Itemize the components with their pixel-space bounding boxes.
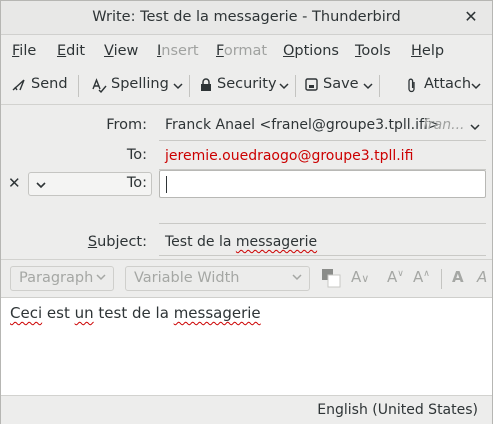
menu-help[interactable]: Help [411,43,444,59]
from-label: From: [106,117,147,133]
spelling-label: Spelling [111,76,169,92]
subject-label: Subject: [87,234,147,250]
chevron-down-icon [96,274,106,281]
toolbar-separator [441,269,442,289]
italic-icon[interactable]: A [477,268,487,286]
text-color-icon[interactable] [321,268,341,288]
lock-icon [201,78,211,91]
chevron-down-icon[interactable] [363,82,373,90]
toolbar-separator [189,75,190,97]
chevron-down-icon [292,274,302,281]
menu-options[interactable]: Options [283,43,339,59]
title-bar: Write: Test de la messagerie - Thunderbi… [1,1,492,35]
body-word: messagerie [173,304,261,322]
body-word: Ceci [10,304,43,322]
save-icon [305,78,318,91]
text-caret [166,176,167,193]
attach-button[interactable]: Attach [407,76,471,96]
send-label: Send [31,76,68,92]
from-identity-hint: fran... [423,117,465,133]
body-word: un [74,304,94,322]
chevron-down-icon [470,124,480,131]
from-value: Franck Anael <franel@groupe3.tpll.ifi> [165,117,440,133]
close-icon[interactable]: ✕ [462,8,480,26]
toolbar-separator [295,75,296,97]
attach-label: Attach [424,76,472,92]
paperclip-icon [408,78,415,93]
subject-value: Test de la messagerie [165,234,318,250]
from-selector[interactable]: Franck Anael <franel@groupe3.tpll.ifi> f… [159,114,486,138]
paragraph-format-value: Paragraph [19,270,94,286]
menu-bar: File Edit View Insert Format Options Too… [1,36,492,66]
subject-input[interactable]: Test de la messagerie [159,230,486,256]
security-button[interactable]: Security [200,76,277,96]
divider [159,223,486,224]
toolbar-separator [78,75,79,97]
divider [159,140,486,141]
to-address-input[interactable] [159,170,486,198]
compose-toolbar: Send Spelling Security Save Attach [1,67,492,105]
menu-view[interactable]: View [104,43,138,59]
toolbar-separator [379,75,380,97]
body-word: la [155,304,169,322]
chevron-down-icon[interactable] [173,82,183,90]
send-button[interactable]: Send [12,76,68,96]
body-text: Ceci est un test de la messagerie [10,304,261,322]
body-word: est [46,304,70,322]
address-headers: From: Franck Anael <franel@groupe3.tpll.… [1,106,492,259]
window-title: Write: Test de la messagerie - Thunderbi… [92,9,401,25]
font-family-select[interactable]: Variable Width [125,266,310,291]
save-label: Save [323,76,359,92]
body-word: de [132,304,151,322]
subject-label-rest: ubject: [97,234,147,250]
send-icon [12,79,25,91]
format-toolbar: Paragraph Variable Width A∨ A∨ A∧ A A [1,259,492,297]
menu-edit[interactable]: Edit [57,43,85,59]
menu-format[interactable]: Format [216,43,267,59]
chevron-down-icon [36,182,46,189]
menu-insert[interactable]: Insert [157,43,199,59]
to-recipient[interactable]: jeremie.ouedraogo@groupe3.tpll.ifi [165,148,413,164]
paragraph-format-select[interactable]: Paragraph [10,266,114,291]
bold-icon[interactable]: A [452,268,464,286]
spelling-button[interactable]: Spelling [92,76,184,96]
message-body[interactable]: Ceci est un test de la messagerie [1,297,492,395]
font-family-value: Variable Width [134,270,240,286]
recipient-type-select[interactable]: To: [28,172,152,196]
status-bar: English (United States) [1,395,492,424]
spellcheck-language[interactable]: English (United States) [317,402,478,418]
font-size-icon[interactable]: A∨ [351,268,369,286]
chevron-down-icon[interactable] [279,82,289,90]
recipient-type-label: To: [126,175,147,191]
increase-font-size-icon[interactable]: A∧ [413,268,430,286]
menu-tools[interactable]: Tools [355,43,391,59]
menu-file[interactable]: File [12,43,36,59]
chevron-down-icon[interactable] [471,82,481,90]
spellcheck-icon [92,78,107,93]
to-label: To: [126,147,147,163]
save-button[interactable]: Save [305,76,359,96]
remove-recipient-icon[interactable]: ✕ [8,174,21,192]
decrease-font-size-icon[interactable]: A∨ [387,268,404,286]
body-word: test [98,304,128,322]
compose-window: Write: Test de la messagerie - Thunderbi… [0,0,493,424]
security-label: Security [217,76,277,92]
